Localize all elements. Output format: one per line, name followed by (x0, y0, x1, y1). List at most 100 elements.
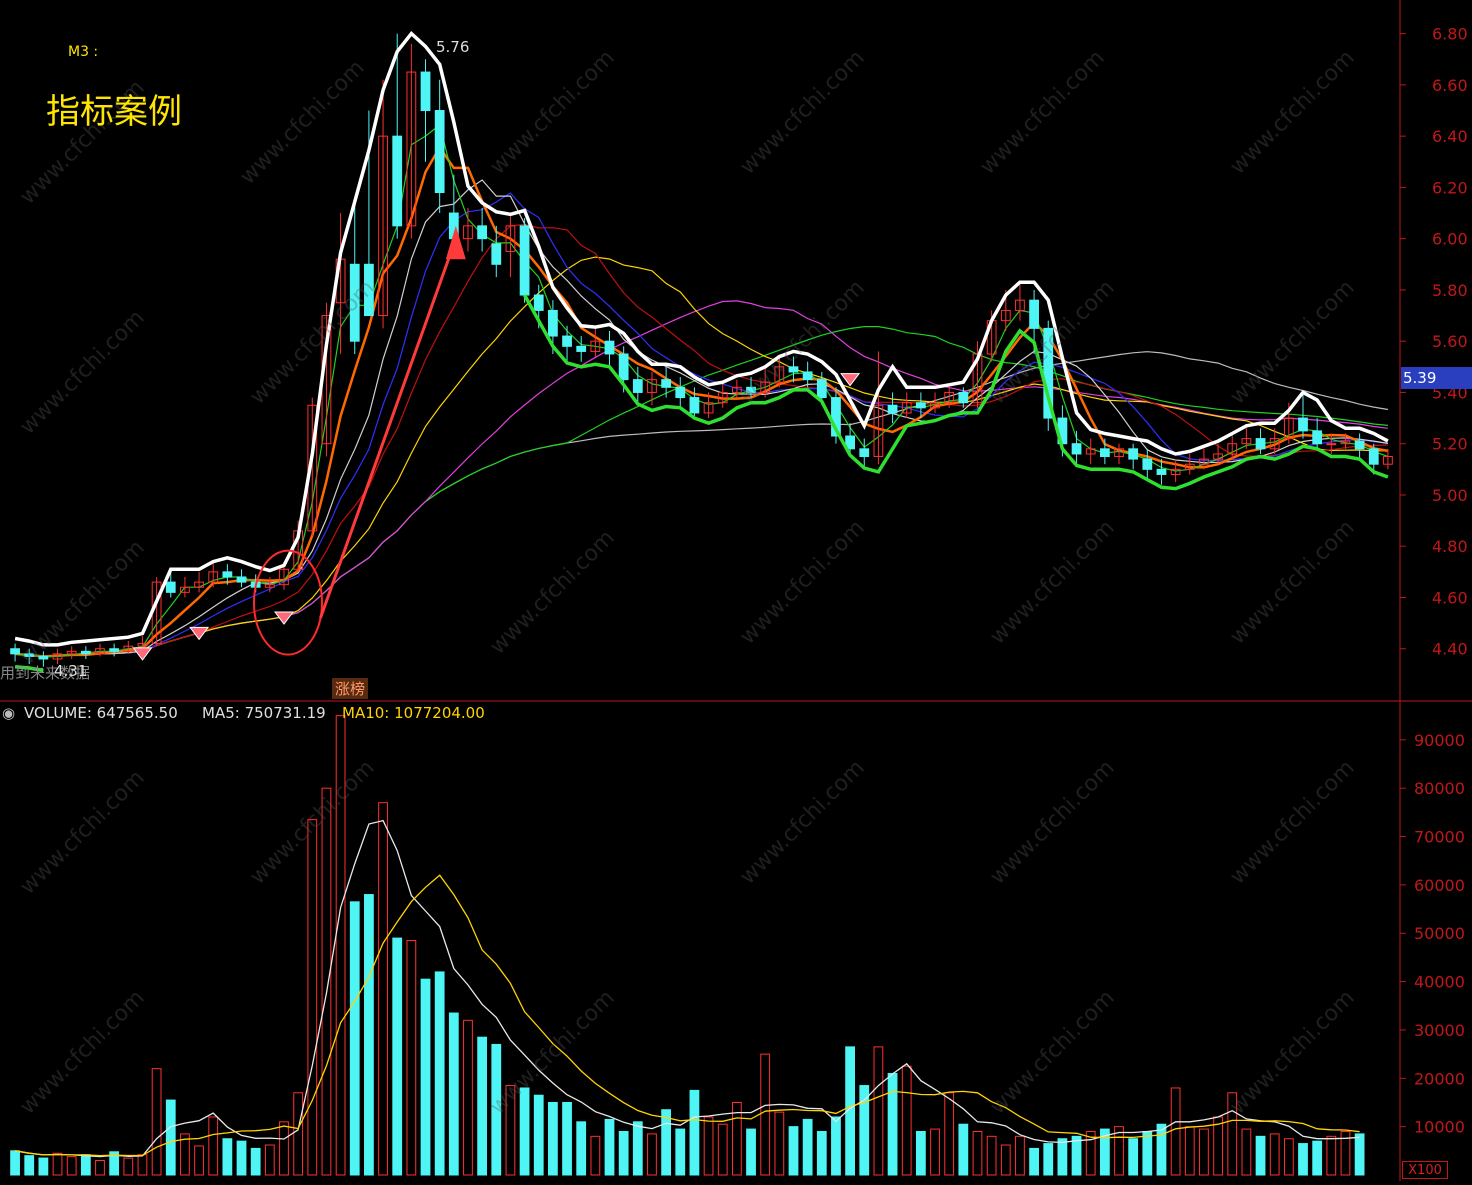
event-tag[interactable]: 涨榜 (332, 678, 369, 699)
volume-bar (1156, 1123, 1167, 1176)
volume-bar (349, 901, 360, 1176)
volume-collapse-icon[interactable]: ◉ (2, 704, 15, 722)
candle-body (1128, 448, 1139, 460)
volume-bar (392, 937, 403, 1176)
volume-tick-label: 90000 (1414, 731, 1465, 750)
candle-body (519, 225, 530, 296)
volume-bar (10, 1150, 20, 1176)
candle-body (1029, 299, 1039, 329)
volume-bar (307, 819, 318, 1176)
volume-bar (802, 1118, 813, 1176)
volume-bar (335, 715, 346, 1176)
candle-body (632, 379, 643, 393)
volume-bar (236, 1140, 247, 1176)
volume-bar (80, 1154, 91, 1176)
volume-bar (279, 1121, 289, 1176)
volume-bar (788, 1126, 799, 1176)
volume-bar (463, 1019, 473, 1176)
candle-body (548, 309, 558, 337)
volume-bar (1184, 1126, 1195, 1176)
volume-bar (548, 1101, 558, 1176)
volume-bar (618, 1130, 629, 1176)
candle-body (1255, 438, 1266, 450)
volume-bar (1071, 1135, 1082, 1176)
chart-title: 指标案例 (46, 92, 182, 132)
volume-bar (930, 1128, 940, 1176)
indicator-label: M3 : (68, 44, 99, 60)
candle-body (958, 391, 969, 404)
candle-body (675, 386, 686, 399)
volume-bar (746, 1128, 756, 1176)
ma40-line (15, 326, 1388, 658)
candle-body (1368, 448, 1379, 465)
price-tick-label: 6.00 (1432, 230, 1468, 249)
candle-body (887, 404, 898, 414)
volume-bar (944, 1092, 955, 1176)
volume-bar (887, 1072, 898, 1176)
volume-bar (915, 1130, 926, 1176)
volume-bar (689, 1089, 700, 1176)
upper-envelope-line (14, 31, 1389, 647)
volume-bar (1255, 1135, 1266, 1176)
volume-bar (38, 1157, 49, 1176)
candle-body (1298, 417, 1308, 432)
volume-bar (661, 1109, 672, 1176)
volume-bar (1241, 1128, 1252, 1176)
volume-unit-badge[interactable]: X100 (1402, 1161, 1448, 1179)
candle-body (165, 581, 176, 593)
candle-body (420, 71, 431, 112)
price-tick-label: 5.60 (1432, 332, 1468, 351)
volume-bar (123, 1157, 134, 1176)
candle-body (236, 576, 247, 583)
price-tick-label: 6.40 (1432, 127, 1468, 146)
volume-bar (831, 1116, 841, 1176)
candle-body (1142, 458, 1153, 470)
volume-bar (1029, 1147, 1039, 1176)
volume-bar (378, 802, 388, 1176)
volume-bar (1326, 1135, 1337, 1176)
ma10-line (15, 192, 1388, 658)
chart-canvas: 6.806.606.406.206.005.805.605.405.205.00… (0, 0, 1472, 1181)
volume-bar (703, 1116, 714, 1176)
volume-bar (958, 1123, 969, 1176)
volume-bar (208, 1116, 219, 1176)
volume-bar (1298, 1143, 1308, 1176)
volume-bar (151, 1068, 162, 1176)
signal-diamond-icon (189, 626, 210, 641)
candle-body (562, 335, 572, 347)
volume-bar (873, 1046, 884, 1176)
candle-body (661, 379, 672, 388)
volume-bar (1043, 1143, 1054, 1176)
ma14-line (15, 223, 1388, 658)
volume-bar (632, 1121, 643, 1176)
volume-bar (1213, 1116, 1223, 1176)
price-tick-label: 6.20 (1432, 178, 1468, 197)
volume-bar (1170, 1087, 1181, 1176)
candle-body (109, 648, 120, 652)
volume-bar (816, 1130, 827, 1176)
current-price-tag: 5.39 (1401, 367, 1472, 389)
volume-bar (760, 1053, 771, 1176)
price-tick-label: 4.80 (1432, 537, 1468, 556)
volume-bar (859, 1085, 870, 1176)
volume-bar (264, 1144, 275, 1176)
candle-body (576, 345, 587, 352)
volume-bar (477, 1036, 488, 1176)
volume-bar (986, 1135, 997, 1176)
volume-bar (604, 1118, 615, 1176)
volume-ma5-line (14, 819, 1360, 1158)
price-tick-label: 5.00 (1432, 486, 1468, 505)
volume-bar (165, 1099, 176, 1176)
candle-body (1326, 443, 1337, 446)
ma60-line (15, 351, 1389, 658)
volume-bar (1000, 1144, 1011, 1176)
volume-bar (24, 1155, 35, 1176)
volume-bar (675, 1128, 686, 1176)
volume-bar (293, 1092, 304, 1176)
candle-body (349, 263, 360, 342)
volume-bar (222, 1138, 233, 1176)
volume-bar (901, 1065, 912, 1176)
volume-bar (52, 1152, 63, 1176)
volume-bar (137, 1154, 148, 1176)
volume-bar (1227, 1092, 1238, 1176)
